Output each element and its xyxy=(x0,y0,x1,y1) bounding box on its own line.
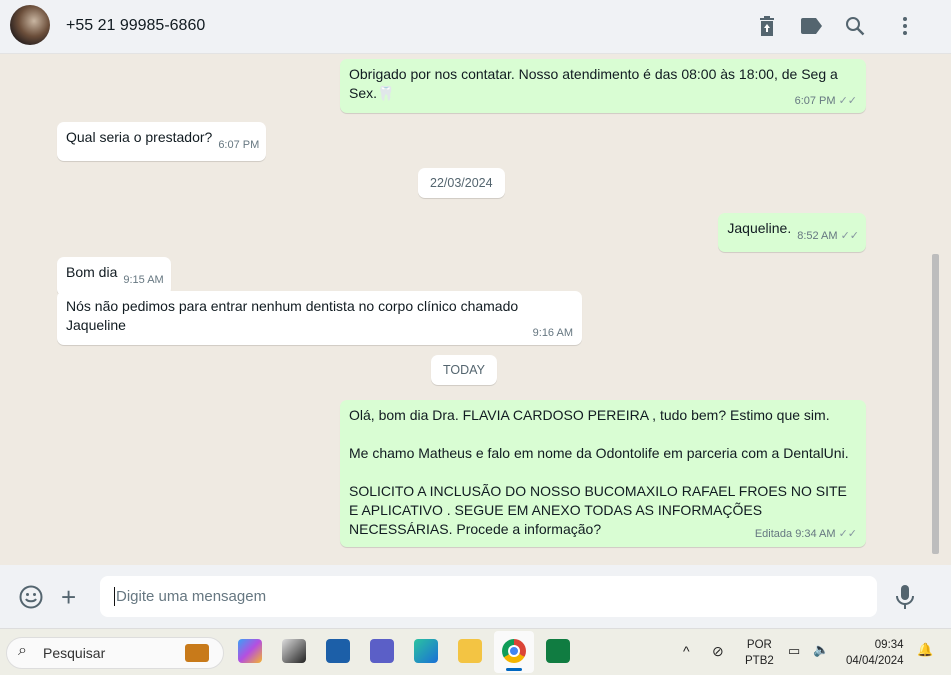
double-check-icon: ✓✓ xyxy=(838,528,857,540)
message-text: Nós não pedimos para entrar nenhum denti… xyxy=(66,298,519,333)
notification-bell-icon[interactable]: 🔔 xyxy=(917,642,933,658)
message-text: Jaqueline. xyxy=(727,220,792,236)
briefcase-icon xyxy=(185,644,209,662)
double-check-icon: ✓✓ xyxy=(840,230,859,242)
message-text: Olá, bom dia Dra. FLAVIA CARDOSO PEREIRA… xyxy=(349,407,830,423)
message-out: Obrigado por nos contatar. Nosso atendim… xyxy=(340,59,866,113)
archive-icon[interactable] xyxy=(755,14,779,38)
microphone-icon[interactable] xyxy=(896,585,914,614)
message-list: Obrigado por nos contatar. Nosso atendim… xyxy=(0,54,951,565)
message-text: Bom dia xyxy=(66,264,118,280)
message-time: 9:16 AM xyxy=(532,327,573,339)
scrollbar-thumb[interactable] xyxy=(932,254,939,554)
search-icon[interactable] xyxy=(843,14,867,38)
message-in: Nós não pedimos para entrar nenhum denti… xyxy=(57,291,582,345)
date-divider: TODAY xyxy=(431,355,497,385)
language-indicator[interactable]: POR PTB2 xyxy=(745,637,774,669)
message-in: Qual seria o prestador? 6:07 PM xyxy=(57,122,267,161)
attach-plus-icon[interactable]: + xyxy=(61,584,76,610)
taskbar-search[interactable]: ⌕ Pesquisar xyxy=(6,637,224,669)
chrome-taskbar-button[interactable] xyxy=(494,631,534,673)
file-explorer-icon[interactable] xyxy=(458,639,482,663)
chevron-up-icon[interactable]: ^ xyxy=(683,643,690,659)
chrome-icon xyxy=(502,639,526,663)
search-label: Pesquisar xyxy=(43,645,106,661)
message-time: 8:52 AM ✓✓ xyxy=(797,230,859,242)
teams-icon[interactable] xyxy=(370,639,394,663)
message-time: 6:07 PM ✓✓ xyxy=(794,95,857,107)
avatar[interactable] xyxy=(10,5,50,45)
contact-name[interactable]: +55 21 99985-6860 xyxy=(66,17,205,35)
message-time: Editada 9:34 AM ✓✓ xyxy=(754,528,857,540)
cloud-off-icon[interactable]: ⊘ xyxy=(712,643,724,659)
copilot-icon[interactable] xyxy=(238,639,262,663)
compose-bar: + Digite uma mensagem xyxy=(0,565,951,628)
menu-icon[interactable] xyxy=(893,14,917,38)
clock[interactable]: 09:34 04/04/2024 xyxy=(846,637,904,669)
message-out: Olá, bom dia Dra. FLAVIA CARDOSO PEREIRA… xyxy=(340,400,866,547)
message-out: Jaqueline. 8:52 AM ✓✓ xyxy=(718,213,866,252)
date-divider: 22/03/2024 xyxy=(418,168,505,198)
excel-icon[interactable] xyxy=(546,639,570,663)
message-text: Qual seria o prestador? xyxy=(66,129,213,145)
message-time: 9:15 AM xyxy=(123,274,164,286)
emoji-icon[interactable] xyxy=(19,585,43,614)
message-input[interactable]: Digite uma mensagem xyxy=(100,576,877,617)
network-icon[interactable]: ▭ xyxy=(788,643,800,659)
volume-icon[interactable]: 🔈 xyxy=(813,642,829,658)
edge-icon[interactable] xyxy=(414,639,438,663)
message-time: 6:07 PM xyxy=(218,139,260,151)
app-icon[interactable] xyxy=(282,639,306,663)
search-icon: ⌕ xyxy=(18,642,27,659)
message-text: Obrigado por nos contatar. Nosso atendim… xyxy=(349,66,838,101)
label-icon[interactable] xyxy=(800,14,824,38)
message-text: Me chamo Matheus e falo em nome da Odont… xyxy=(349,445,849,461)
chat-header: +55 21 99985-6860 xyxy=(0,0,951,54)
double-check-icon: ✓✓ xyxy=(838,95,857,107)
store-icon[interactable] xyxy=(326,639,350,663)
taskbar: ⌕ Pesquisar ^ ⊘ POR PTB2 ▭ 🔈 09:34 04/04/20… xyxy=(0,628,951,675)
